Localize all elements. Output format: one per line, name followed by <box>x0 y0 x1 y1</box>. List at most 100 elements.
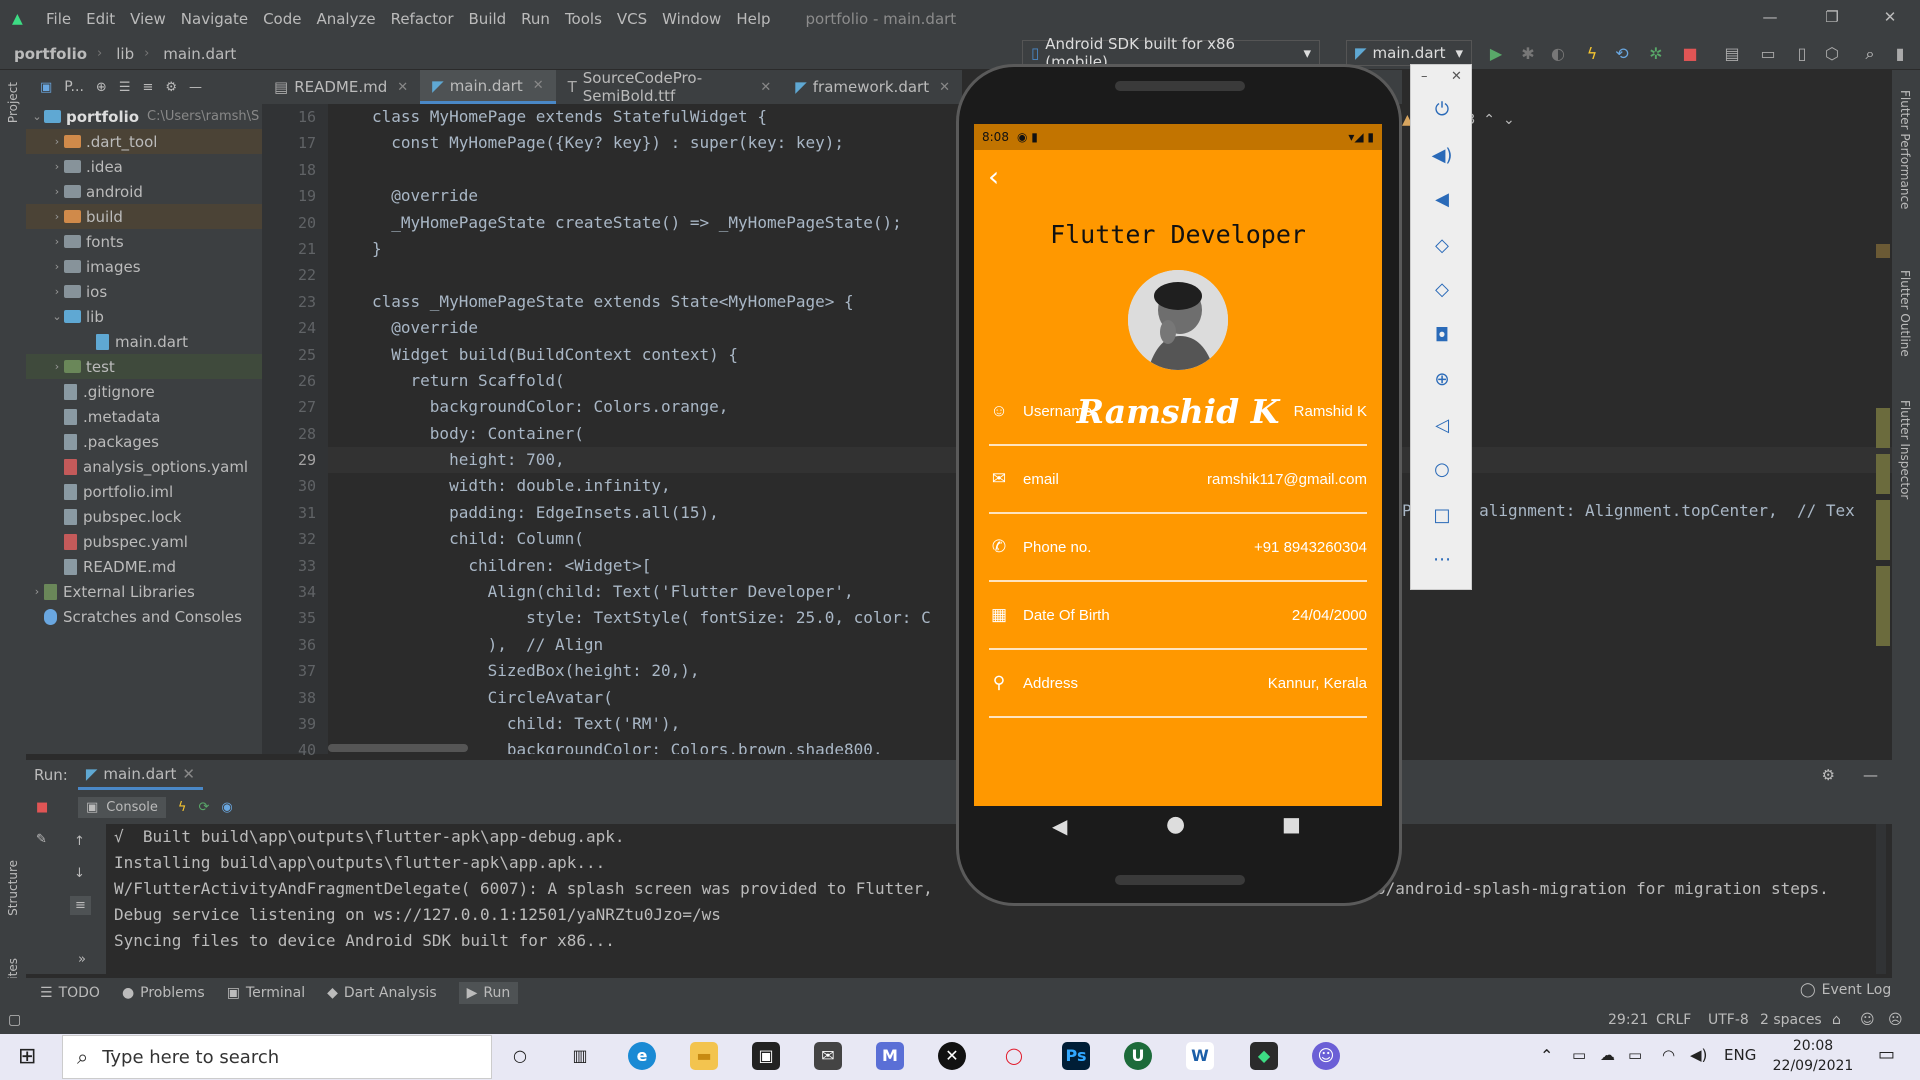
tree-item[interactable]: › build <box>26 204 262 229</box>
tab-sourcecodepro-semibold-ttf[interactable]: T SourceCodePro-SemiBold.ttf ✕ <box>556 69 784 105</box>
debug-icon[interactable]: ✱ <box>1518 44 1538 64</box>
run-configuration-selector[interactable]: ◤ main.dart ▾ <box>1346 40 1472 66</box>
upwork-icon[interactable]: U <box>1124 1042 1152 1070</box>
emulator-screen[interactable]: 8:08 ◉ ▮ ▾◢ ▮ ‹ Flutter Developer Ramshi… <box>974 124 1382 806</box>
tree-item[interactable]: › .dart_tool <box>26 129 262 154</box>
tray-chevron-icon[interactable]: ⌃ <box>1540 1046 1553 1065</box>
rotate-left-icon[interactable]: ◇ <box>1431 235 1453 257</box>
horizontal-scrollbar[interactable] <box>328 744 468 752</box>
hot-reload-icon[interactable]: ϟ <box>178 800 187 815</box>
minimize-icon[interactable]: – <box>1421 69 1428 84</box>
attach-debugger-icon[interactable]: ✲ <box>1646 44 1666 64</box>
task-view-icon[interactable]: ▥ <box>566 1042 594 1070</box>
tree-item[interactable]: main.dart <box>26 329 262 354</box>
edge-icon[interactable]: e <box>628 1042 656 1070</box>
flutter-outline-button[interactable]: Flutter Outline <box>1898 270 1912 357</box>
error-stripe[interactable] <box>1876 144 1890 704</box>
menu-run[interactable]: Run <box>521 10 550 28</box>
pin-icon[interactable]: ✎ <box>36 832 47 847</box>
discord-icon[interactable]: ☺ <box>1312 1042 1340 1070</box>
breadcrumb-folder[interactable]: lib <box>116 45 134 63</box>
tray-device-icon[interactable]: ▭ <box>1572 1046 1586 1064</box>
profile-icon[interactable]: ◐ <box>1548 44 1568 64</box>
close-icon[interactable]: ✕ <box>1880 8 1900 28</box>
breadcrumb-file[interactable]: main.dart <box>163 45 236 63</box>
maximize-icon[interactable]: ❐ <box>1822 8 1842 28</box>
breadcrumb-project[interactable]: portfolio <box>14 45 87 63</box>
volume-up-icon[interactable]: ◀) <box>1431 145 1453 167</box>
language-indicator[interactable]: ENG <box>1724 1046 1756 1064</box>
menu-help[interactable]: Help <box>736 10 770 28</box>
xbox-icon[interactable]: ✕ <box>938 1042 966 1070</box>
tab-framework-dart[interactable]: ◤ framework.dart ✕ <box>783 70 962 104</box>
close-icon[interactable]: ✕ <box>397 80 408 95</box>
chevron-up-icon[interactable]: ⌃ <box>1483 112 1495 128</box>
feedback-icon[interactable]: ☹ <box>1888 1012 1903 1028</box>
menu-build[interactable]: Build <box>469 10 507 28</box>
mail-icon[interactable]: ✉ <box>814 1042 842 1070</box>
tree-item[interactable]: ⌄ lib <box>26 304 262 329</box>
indent-setting[interactable]: 2 spaces <box>1760 1012 1822 1028</box>
tree-item[interactable]: pubspec.yaml <box>26 529 262 554</box>
menu-code[interactable]: Code <box>263 10 301 28</box>
zoom-icon[interactable]: ⊕ <box>1431 369 1453 391</box>
windows-start-icon[interactable]: ⊞ <box>18 1044 36 1069</box>
project-structure-icon[interactable]: ▤ <box>1722 44 1742 64</box>
close-icon[interactable]: ✕ <box>533 78 544 93</box>
close-icon[interactable]: ✕ <box>939 80 950 95</box>
nav-recents-icon[interactable]: ■ <box>1282 812 1301 836</box>
more-options-icon[interactable]: ⋯ <box>1431 549 1453 571</box>
tree-item[interactable]: pubspec.lock <box>26 504 262 529</box>
photoshop-icon[interactable]: Ps <box>1062 1042 1090 1070</box>
collapse-all-icon[interactable]: ≡ <box>142 80 153 95</box>
tree-item[interactable]: Scratches and Consoles <box>26 604 262 629</box>
menu-analyze[interactable]: Analyze <box>316 10 375 28</box>
tool-button-run[interactable]: ▶ Run <box>458 982 519 1004</box>
chevron-down-icon[interactable]: ⌄ <box>1503 112 1515 128</box>
tab-readme-md[interactable]: ▤ README.md ✕ <box>262 70 420 104</box>
overview-icon[interactable]: □ <box>1431 505 1453 527</box>
volume-icon[interactable]: ◀) <box>1690 1046 1707 1064</box>
flutter-inspector-button[interactable]: Flutter Inspector <box>1898 400 1912 499</box>
tree-item[interactable]: .packages <box>26 429 262 454</box>
tree-item[interactable]: portfolio.iml <box>26 479 262 504</box>
tree-item[interactable]: › images <box>26 254 262 279</box>
tree-item[interactable]: .gitignore <box>26 379 262 404</box>
rotate-right-icon[interactable]: ◇ <box>1431 279 1453 301</box>
wifi-icon[interactable]: ◠ <box>1662 1046 1675 1064</box>
word-icon[interactable]: W <box>1186 1042 1214 1070</box>
tree-item[interactable]: › External Libraries <box>26 579 262 604</box>
nav-back-icon[interactable]: ◀ <box>1052 814 1067 838</box>
sync-icon[interactable]: ⬡ <box>1822 44 1842 64</box>
tool-button-dart-analysis[interactable]: ◆ Dart Analysis <box>327 985 437 1001</box>
clock[interactable]: 20:08 22/09/2021 <box>1768 1036 1858 1076</box>
menu-window[interactable]: Window <box>662 10 721 28</box>
caret-position[interactable]: 29:21 <box>1608 1012 1648 1028</box>
home-icon[interactable]: ○ <box>1431 459 1453 481</box>
hot-restart-icon[interactable]: ⟳ <box>198 800 209 815</box>
android-studio-icon[interactable]: ◆ <box>1250 1042 1278 1070</box>
run-tab-main[interactable]: ◤ main.dart ✕ <box>77 760 203 790</box>
line-separator[interactable]: CRLF <box>1656 1012 1691 1028</box>
hot-reload-icon[interactable]: ϟ <box>1582 44 1602 64</box>
volume-down-icon[interactable]: ◀ <box>1431 189 1453 211</box>
hide-icon[interactable]: — <box>1863 766 1878 784</box>
project-view-label[interactable]: P... <box>64 79 84 95</box>
close-icon[interactable]: ✕ <box>760 80 771 95</box>
menu-view[interactable]: View <box>130 10 166 28</box>
minimize-icon[interactable]: — <box>1760 8 1780 28</box>
tool-button-todo[interactable]: ☰ TODO <box>40 985 100 1001</box>
gear-icon[interactable]: ⚙ <box>165 80 177 95</box>
onedrive-icon[interactable]: ☁ <box>1600 1046 1615 1064</box>
run-icon[interactable]: ▶ <box>1486 44 1506 64</box>
tree-item[interactable]: › test <box>26 354 262 379</box>
menu-file[interactable]: File <box>46 10 71 28</box>
app-m-icon[interactable]: M <box>876 1042 904 1070</box>
tree-root[interactable]: ⌄ portfolio C:\Users\ramsh\S <box>26 104 262 129</box>
file-explorer-icon[interactable]: ▬ <box>690 1042 718 1070</box>
console-tab[interactable]: ▣ Console <box>78 796 166 818</box>
inspector-icon[interactable]: ☺ <box>1860 1012 1875 1028</box>
structure-tool-button[interactable]: Structure <box>6 860 20 916</box>
project-tool-button[interactable]: Project <box>6 82 20 123</box>
close-icon[interactable]: ✕ <box>1451 69 1462 84</box>
